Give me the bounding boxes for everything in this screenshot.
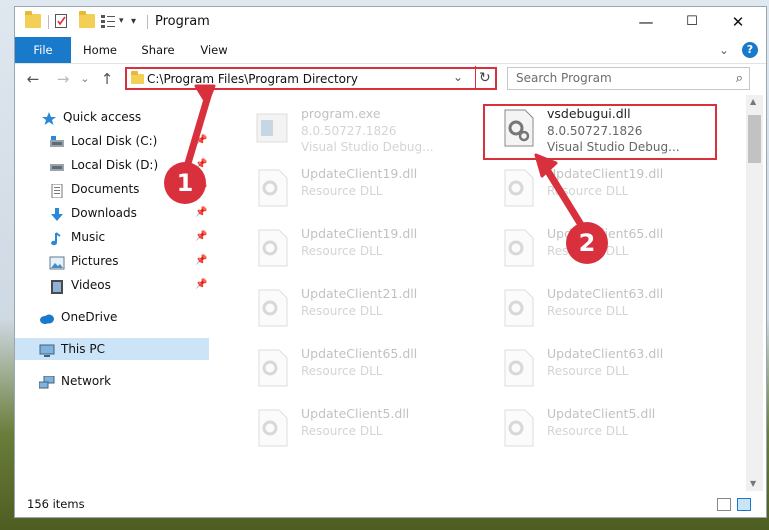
callout-2: 2 <box>566 222 608 264</box>
annotation-arrows <box>182 84 587 232</box>
arrow-2 <box>542 164 587 232</box>
arrow-1 <box>182 92 212 174</box>
callout-1: 1 <box>164 162 206 204</box>
arrow-1-head <box>194 84 216 106</box>
